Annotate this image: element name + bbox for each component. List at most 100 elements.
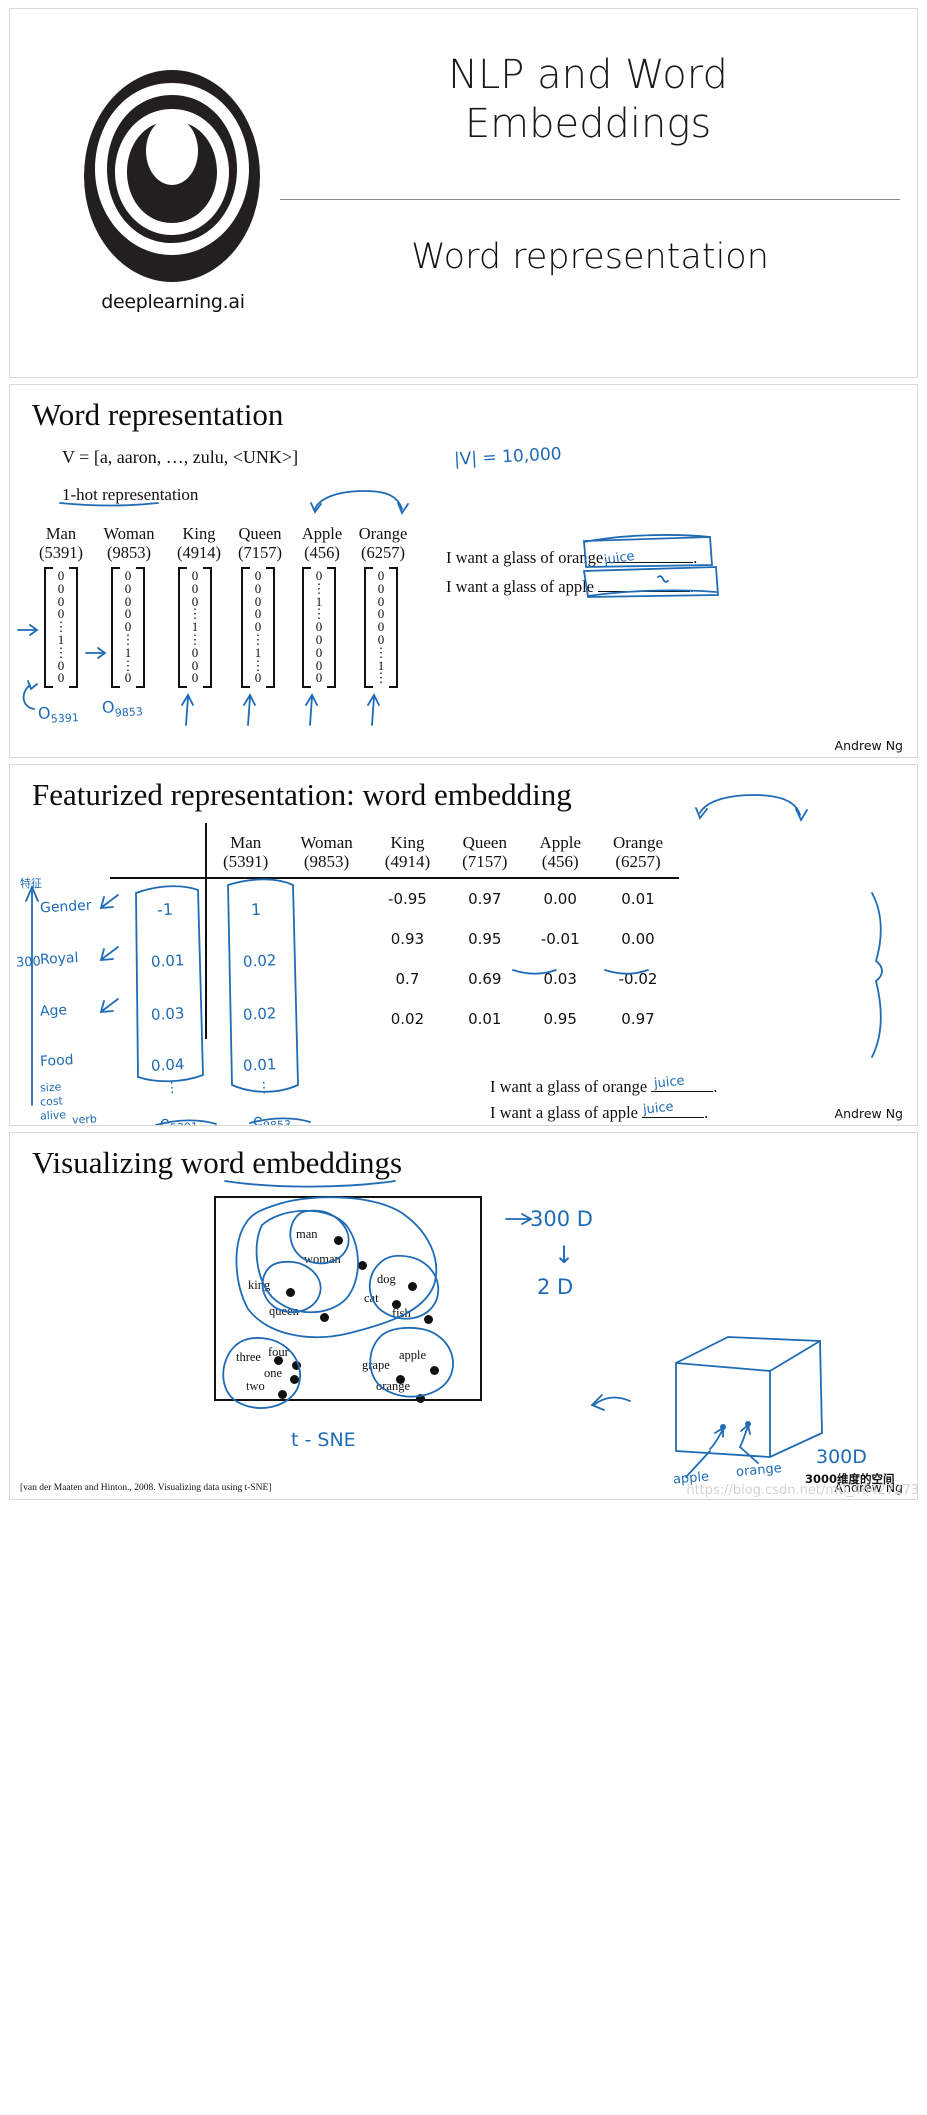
- onehot-vector-apple: 0 ⋮ 1 ⋮ 0 0 0 0 0: [302, 566, 336, 689]
- onehot-vector-queen: 0 0 0 0 0 ⋮ 1 ⋮ 0: [241, 566, 275, 689]
- handwritten-cube-dim: 300D: [816, 1446, 867, 1468]
- onehot-vector-orange: 0 0 0 0 0 0 ⋮ 1 ⋮: [364, 566, 398, 689]
- handwritten-o9853: O9853: [101, 697, 144, 720]
- scatter-label: two: [246, 1379, 265, 1393]
- scatter-point: [290, 1375, 299, 1384]
- slide4-title: Visualizing word embeddings: [32, 1145, 403, 1180]
- scatter-label: queen: [269, 1304, 299, 1318]
- handwritten-size: size: [39, 1080, 62, 1095]
- col-index: (6257): [361, 542, 405, 562]
- table-row: 0.02 0.01 0.95 0.97: [110, 999, 679, 1040]
- cell: 0.01: [468, 1010, 502, 1029]
- cell: -0.95: [388, 890, 427, 909]
- table-header-queen: Queen (7157): [446, 823, 524, 880]
- handwritten-juice-apple: juice: [642, 1099, 675, 1118]
- scatter-point: [320, 1313, 329, 1322]
- slide-word-representation: Word representation V = [a, aaron, …, zu…: [9, 384, 918, 758]
- handwritten-ellipsis-woman: ⋮: [256, 1079, 272, 1097]
- sentence-apple: I want a glass of apple .: [490, 1103, 709, 1122]
- onehot-vector-man: 0 0 0 0 ⋮ 1 ⋮ 0 0: [44, 566, 78, 689]
- scatter-label: cat: [364, 1291, 379, 1305]
- slide-visualizing-embeddings: Visualizing word embeddings man woman king…: [9, 1132, 918, 1500]
- cell: [284, 999, 368, 1039]
- title-divider: [280, 199, 900, 200]
- handwritten-cost: cost: [39, 1094, 64, 1109]
- sentence-orange-text: I want a glass of orange: [446, 548, 604, 567]
- cell: 0.69: [468, 970, 502, 989]
- onehot-vector-king: 0 0 0 ⋮ 1 ⋮ 0 0 0: [178, 566, 212, 689]
- table-header-man: Man (5391): [204, 823, 285, 880]
- cell: -0.01: [540, 930, 580, 949]
- scatter-point: [278, 1390, 287, 1399]
- handwritten-value-man-food: 0.04: [150, 1055, 185, 1075]
- table-header-woman: Woman (9853): [284, 823, 369, 880]
- handwritten-e9853: e9853: [252, 1110, 292, 1126]
- scatter-label: one: [264, 1366, 283, 1380]
- handwritten-juice-orange: juice: [653, 1073, 686, 1092]
- cell: 0.7: [395, 970, 420, 989]
- vocabulary-definition: V = [a, aaron, …, zulu, <UNK>]: [62, 447, 299, 467]
- handwritten-tsne: t - SNE: [291, 1429, 356, 1451]
- scatter-point: [408, 1282, 417, 1291]
- cell: -0.02: [618, 970, 658, 989]
- slide2-footer: Andrew Ng: [834, 738, 903, 753]
- handwritten-orange: orange: [735, 1461, 783, 1480]
- page-title: NLP and Word Embeddings: [278, 51, 898, 149]
- handwritten-value-woman-gender: 1: [250, 899, 262, 920]
- cell: 0.93: [390, 930, 425, 949]
- scatter-point: [358, 1261, 367, 1270]
- cell: [284, 919, 368, 959]
- tsne-scatter-plot: man woman king queen dog cat fish apple grape ora…: [214, 1196, 482, 1403]
- cell: 0.02: [390, 1010, 425, 1029]
- watermark: https://blog.csdn.net/m0_46427273: [686, 1483, 919, 1498]
- scatter-point: [334, 1236, 343, 1245]
- sentence-apple: I want a glass of apple .: [446, 577, 694, 597]
- handwritten-o5391: O5391: [37, 703, 80, 726]
- table-row: -0.95 0.97 0.00 0.01: [110, 878, 679, 920]
- handwritten-verb: verb: [71, 1112, 98, 1126]
- onehot-vector-woman: 0 0 0 0 0 ⋮ 1 ⋮ 0: [111, 566, 145, 689]
- table-row: 0.7 0.69 0.03 -0.02: [110, 959, 679, 1000]
- embedding-table: Man (5391) Woman (9853) King (4914) Quee…: [110, 823, 680, 1040]
- table-header-apple: Apple (456): [523, 823, 597, 880]
- scatter-point: [416, 1394, 425, 1403]
- handwritten-value-woman-royal: 0.02: [242, 951, 277, 971]
- scatter-label: apple: [399, 1348, 427, 1362]
- handwritten-royal: Royal: [39, 950, 79, 968]
- col-word: Orange: [358, 524, 408, 543]
- scatter-label: woman: [304, 1252, 341, 1266]
- citation: [van der Maaten and Hinton., 2008. Visua…: [20, 1483, 272, 1493]
- vector-cell: 0: [57, 670, 65, 686]
- sentence-apple-text: I want a glass of apple: [446, 577, 594, 596]
- cell: [284, 959, 368, 999]
- handwritten-e5391: e5391: [159, 1112, 198, 1126]
- title-line-2: Embeddings: [464, 100, 712, 147]
- logo-wordmark: deeplearning.ai: [101, 291, 245, 313]
- handwritten-down-arrow: ↓: [554, 1241, 575, 1269]
- title-line-1: NLP and Word: [448, 52, 728, 98]
- cell: 0.97: [468, 890, 502, 909]
- handwritten-food: Food: [39, 1052, 74, 1070]
- handwritten-2d: 2 D: [537, 1275, 574, 1299]
- sentence-apple-period: .: [690, 577, 695, 596]
- cell: [204, 878, 285, 920]
- sentence-orange-period: .: [693, 548, 698, 567]
- table-corner: [110, 823, 206, 880]
- handwritten-value-man-age: 0.03: [150, 1004, 185, 1024]
- table-header-king: King (4914): [368, 823, 447, 880]
- scatter-point: [286, 1288, 295, 1297]
- cell: 0.01: [621, 890, 655, 909]
- scatter-label: dog: [377, 1272, 396, 1286]
- vector-cell: 0: [191, 670, 199, 686]
- cell: 0.95: [468, 930, 502, 949]
- scatter-label: king: [248, 1278, 271, 1292]
- handwritten-dimension-300: 300: [15, 954, 42, 971]
- handwritten-ellipsis-man: ⋮: [164, 1079, 180, 1097]
- handwritten-feature-cn: 特征: [20, 877, 42, 890]
- slide-deck-page: deeplearning.ai NLP and Word Embeddings …: [0, 8, 927, 1500]
- slide2-title: Word representation: [32, 397, 284, 432]
- vector-cell: 0: [124, 670, 132, 686]
- handwritten-value-woman-age: 0.02: [242, 1004, 277, 1024]
- slide-featurized-representation: Featurized representation: word embeddin…: [9, 764, 918, 1126]
- handwritten-value-man-royal: 0.01: [150, 951, 185, 971]
